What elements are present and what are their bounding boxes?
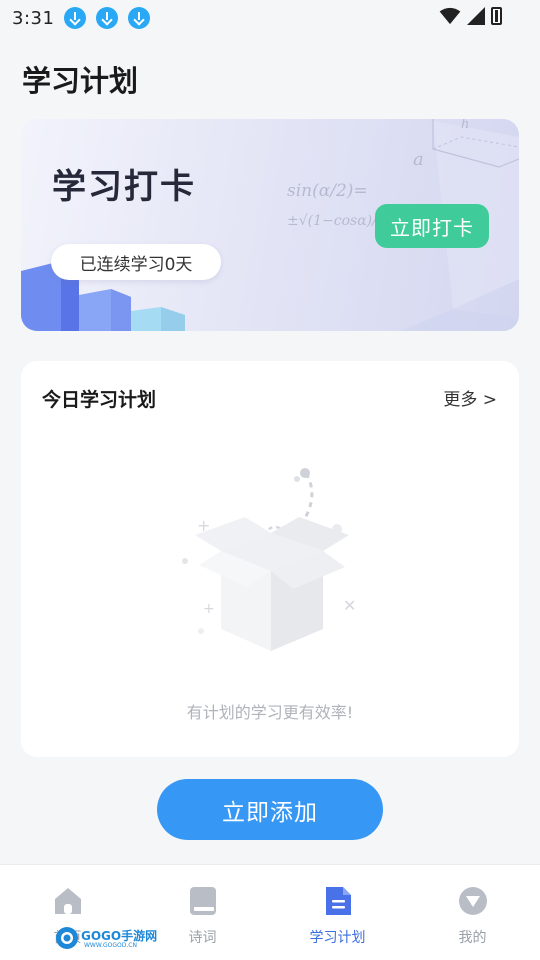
status-time: 3:31 bbox=[12, 7, 55, 29]
wifi-icon bbox=[439, 7, 461, 25]
status-indicators bbox=[439, 7, 502, 25]
home-icon bbox=[55, 888, 81, 914]
watermark-logo: GOGO手游网 WWW.GOGOD.CN bbox=[54, 925, 160, 951]
signal-icon bbox=[467, 7, 485, 25]
status-bar: 3:31 bbox=[0, 0, 540, 36]
download-icon bbox=[64, 7, 87, 29]
checkin-button[interactable]: 立即打卡 bbox=[375, 204, 489, 248]
formula-line-2: ±√(1−cosα)/2 bbox=[287, 213, 386, 229]
nav-item-study-plan[interactable]: 学习计划 bbox=[270, 865, 405, 960]
formula-line-1: sin(α/2)= bbox=[287, 181, 368, 201]
document-icon bbox=[326, 887, 351, 915]
page-title: 学习计划 bbox=[22, 64, 139, 98]
checkin-banner: sin(α/2)= ±√(1−cosα)/2 a h 学习打卡 已连续学习0天 … bbox=[21, 119, 519, 331]
watermark-site: WWW.GOGOD.CN bbox=[84, 942, 137, 949]
svg-text:✕: ✕ bbox=[343, 596, 356, 615]
empty-state-text: 有计划的学习更有效率! bbox=[186, 703, 354, 722]
battery-icon bbox=[491, 7, 502, 25]
add-plan-button[interactable]: 立即添加 bbox=[157, 779, 383, 840]
nav-label-study-plan: 学习计划 bbox=[309, 930, 366, 946]
nav-label-profile: 我的 bbox=[458, 930, 487, 946]
nav-item-profile[interactable]: 我的 bbox=[405, 865, 540, 960]
banner-title: 学习打卡 bbox=[52, 167, 196, 207]
book-icon bbox=[190, 887, 216, 915]
streak-badge: 已连续学习0天 bbox=[51, 244, 221, 280]
download-icon bbox=[128, 7, 151, 29]
formula-letter-2: h bbox=[461, 119, 470, 132]
empty-box-illustration: + + ✕ bbox=[182, 468, 356, 651]
download-icon bbox=[96, 7, 119, 29]
today-plan-card: 今日学习计划 更多 > + + ✕ 有计划的学习更有效率! bbox=[21, 361, 519, 757]
plan-card-title: 今日学习计划 bbox=[42, 389, 157, 411]
more-link[interactable]: 更多 > bbox=[443, 385, 497, 410]
profile-icon bbox=[459, 887, 487, 915]
svg-text:+: + bbox=[203, 601, 215, 617]
formula-letter: a bbox=[413, 149, 424, 170]
